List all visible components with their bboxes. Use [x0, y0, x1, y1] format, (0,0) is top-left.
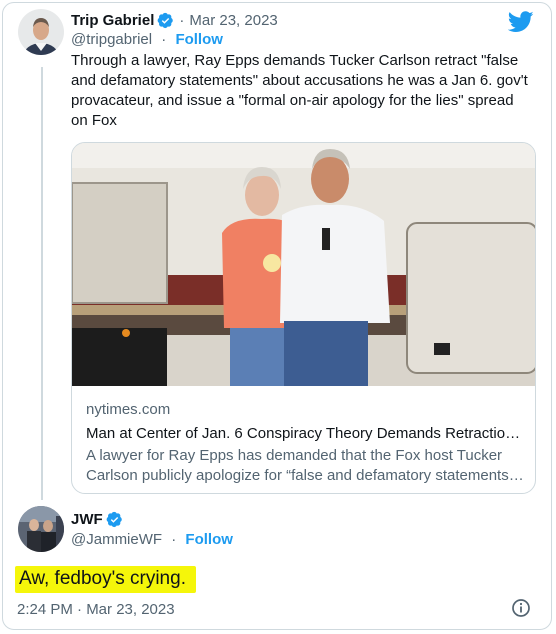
separator-dot: · [179, 12, 185, 29]
link-domain: nytimes.com [86, 401, 171, 418]
verified-badge-icon [106, 511, 122, 528]
reply-handle-row: @JammieWF · Follow [71, 531, 233, 548]
link-description: A lawyer for Ray Epps has demanded that … [86, 447, 514, 484]
follow-reply-author-button[interactable]: Follow [185, 531, 233, 548]
reply-author-name[interactable]: JWF [71, 511, 103, 528]
separator-dot: · [171, 531, 177, 548]
info-icon[interactable] [511, 598, 531, 618]
reply-author-avatar[interactable] [18, 506, 64, 552]
link-title: Man at Center of Jan. 6 Conspiracy Theor… [86, 425, 526, 442]
reply-author-handle[interactable]: @JammieWF [71, 531, 162, 548]
tweet-date[interactable]: Mar 23, 2023 [189, 12, 277, 29]
follow-author-button[interactable]: Follow [175, 31, 223, 48]
author-name-row: Trip Gabriel · Mar 23, 2023 [71, 12, 278, 29]
reply-timestamp[interactable]: 2:24 PM · Mar 23, 2023 [17, 601, 175, 618]
twitter-bird-icon[interactable] [508, 11, 534, 33]
author-avatar[interactable] [18, 9, 64, 55]
thread-connector-line [41, 67, 43, 500]
author-handle[interactable]: @tripgabriel [71, 31, 152, 48]
verified-badge-icon [157, 12, 174, 29]
link-preview-meta: nytimes.com Man at Center of Jan. 6 Cons… [86, 400, 526, 486]
separator-dot: · [161, 31, 167, 48]
reply-text: Aw, fedboy's crying. [15, 566, 196, 593]
link-preview-image [72, 143, 535, 386]
embedded-tweet-card: Trip Gabriel · Mar 23, 2023 @tripgabriel… [2, 2, 552, 630]
reply-text-container: Aw, fedboy's crying. [15, 566, 196, 593]
reply-avatar-photo [18, 506, 64, 552]
tweet-text: Through a lawyer, Ray Epps demands Tucke… [71, 52, 528, 129]
author-avatar-photo [18, 9, 64, 55]
reply-author-name-row: JWF [71, 511, 123, 528]
author-handle-row: @tripgabriel · Follow [71, 31, 223, 48]
author-name[interactable]: Trip Gabriel [71, 12, 154, 29]
link-preview-card[interactable]: nytimes.com Man at Center of Jan. 6 Cons… [71, 142, 536, 494]
